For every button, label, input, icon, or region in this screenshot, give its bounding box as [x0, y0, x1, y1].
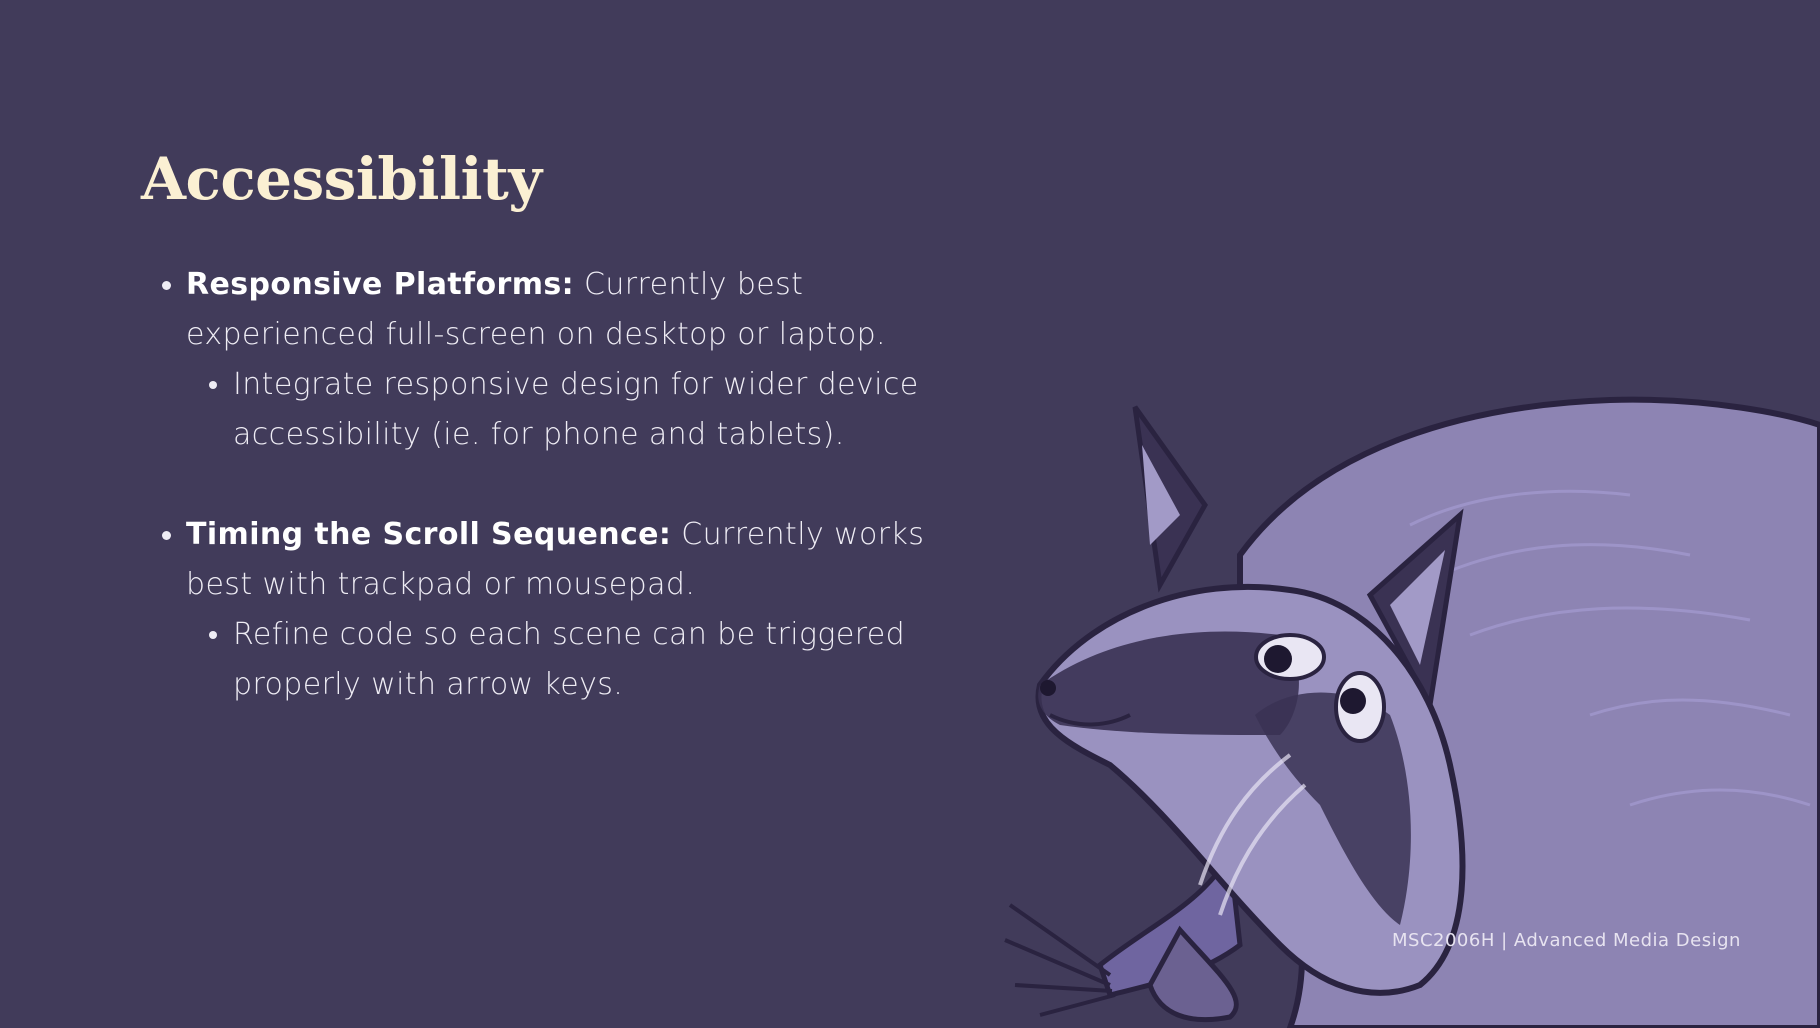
bullet-list: Responsive Platforms: Currently best exp… — [162, 260, 986, 710]
sub-bullet: Integrate responsive design for wider de… — [209, 360, 986, 460]
bullet-lead: Timing the Scroll Sequence: — [186, 517, 672, 552]
slide-title: Accessibility — [141, 145, 542, 213]
course-footer: MSC2006H | Advanced Media Design — [1392, 930, 1741, 951]
sub-list: Integrate responsive design for wider de… — [186, 360, 986, 460]
slide: Accessibility Responsive Platforms: Curr… — [0, 0, 1820, 1028]
sub-bullet-text: Integrate responsive design for wider de… — [233, 367, 919, 452]
bullet-dot-icon — [162, 531, 171, 540]
sub-bullet-dot-icon — [209, 631, 217, 639]
bullet-dot-icon — [162, 281, 171, 290]
sub-bullet-dot-icon — [209, 381, 217, 389]
sub-list: Refine code so each scene can be trigger… — [186, 610, 986, 710]
sub-bullet: Refine code so each scene can be trigger… — [209, 610, 986, 710]
bullet-responsive-platforms: Responsive Platforms: Currently best exp… — [162, 260, 986, 460]
sub-bullet-text: Refine code so each scene can be trigger… — [233, 617, 906, 702]
bullet-timing-scroll-sequence: Timing the Scroll Sequence: Currently wo… — [162, 510, 986, 710]
bullet-lead: Responsive Platforms: — [186, 267, 575, 302]
